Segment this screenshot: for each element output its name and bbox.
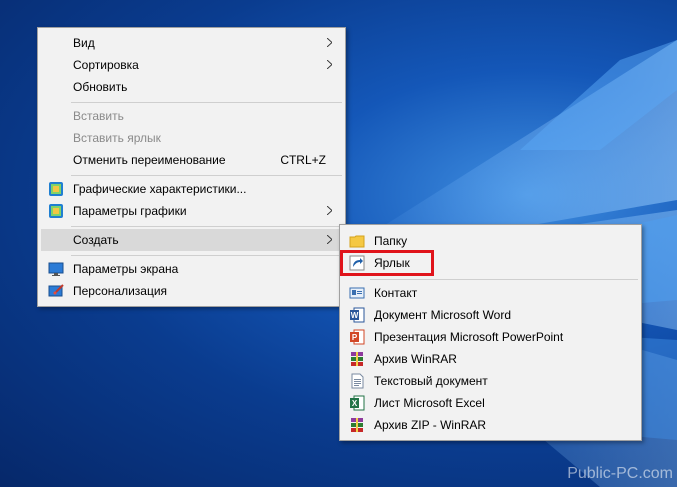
intel-graphics-icon — [49, 204, 63, 218]
menu-item-undo-rename[interactable]: Отменить переименование CTRL+Z — [41, 149, 342, 171]
menu-item-new[interactable]: Создать — [41, 229, 342, 251]
highlight-annotation — [340, 250, 434, 276]
powerpoint-icon: P — [350, 329, 365, 345]
personalization-icon — [48, 284, 64, 297]
chevron-right-icon — [327, 235, 332, 244]
svg-text:W: W — [351, 311, 359, 320]
menu-item-label: Вставить — [73, 109, 124, 123]
menu-item-label: Графические характеристики... — [73, 182, 247, 196]
submenu-item-label: Архив WinRAR — [374, 352, 457, 366]
svg-text:P: P — [352, 333, 358, 342]
menu-item-display-settings[interactable]: Параметры экрана — [41, 258, 342, 280]
watermark: Public-PC.com — [567, 465, 673, 482]
menu-item-label: Сортировка — [73, 58, 139, 72]
submenu-item-label: Презентация Microsoft PowerPoint — [374, 330, 564, 344]
submenu-item-contact[interactable]: Контакт — [343, 282, 638, 304]
winrar-zip-icon — [351, 418, 363, 432]
submenu-item-winrar-zip[interactable]: Архив ZIP - WinRAR — [343, 414, 638, 436]
submenu-item-excel[interactable]: X Лист Microsoft Excel — [343, 392, 638, 414]
menu-item-label: Вид — [73, 36, 95, 50]
submenu-item-winrar[interactable]: Архив WinRAR — [343, 348, 638, 370]
desktop-context-menu: Вид Сортировка Обновить Вставить Вставит… — [37, 27, 346, 307]
svg-text:X: X — [352, 399, 358, 408]
word-icon: W — [350, 307, 365, 323]
submenu-item-folder[interactable]: Папку — [343, 230, 638, 252]
submenu-item-label: Архив ZIP - WinRAR — [374, 418, 487, 432]
menu-separator — [71, 102, 342, 103]
winrar-icon — [351, 352, 363, 366]
menu-item-paste[interactable]: Вставить — [41, 105, 342, 127]
intel-graphics-icon — [49, 182, 63, 196]
menu-item-label: Параметры графики — [73, 204, 187, 218]
submenu-item-powerpoint[interactable]: P Презентация Microsoft PowerPoint — [343, 326, 638, 348]
chevron-right-icon — [327, 206, 332, 215]
menu-item-label: Параметры экрана — [73, 262, 179, 276]
submenu-item-label: Текстовый документ — [374, 374, 488, 388]
contact-icon — [349, 287, 365, 299]
menu-item-personalize[interactable]: Персонализация — [41, 280, 342, 302]
submenu-item-label: Документ Microsoft Word — [374, 308, 512, 322]
menu-item-label: Вставить ярлык — [73, 131, 161, 145]
menu-separator — [370, 279, 638, 280]
submenu-item-text-document[interactable]: Текстовый документ — [343, 370, 638, 392]
menu-item-graphics-properties[interactable]: Графические характеристики... — [41, 178, 342, 200]
submenu-item-label: Контакт — [374, 286, 418, 300]
menu-separator — [71, 255, 342, 256]
chevron-right-icon — [327, 38, 332, 47]
menu-separator — [71, 175, 342, 176]
menu-item-label: Персонализация — [73, 284, 168, 298]
submenu-item-word-document[interactable]: W Документ Microsoft Word — [343, 304, 638, 326]
menu-item-label: Отменить переименование — [73, 153, 226, 167]
folder-icon — [349, 235, 365, 248]
menu-item-label: Создать — [73, 233, 119, 247]
menu-item-refresh[interactable]: Обновить — [41, 76, 342, 98]
menu-item-shortcut: CTRL+Z — [280, 153, 326, 167]
submenu-item-label: Лист Microsoft Excel — [374, 396, 485, 410]
text-document-icon — [351, 373, 364, 389]
chevron-right-icon — [327, 60, 332, 69]
menu-item-view[interactable]: Вид — [41, 32, 342, 54]
excel-icon: X — [350, 395, 365, 411]
menu-separator — [71, 226, 342, 227]
menu-item-label: Обновить — [73, 80, 128, 94]
menu-item-paste-shortcut[interactable]: Вставить ярлык — [41, 127, 342, 149]
menu-item-graphics-options[interactable]: Параметры графики — [41, 200, 342, 222]
menu-item-sort[interactable]: Сортировка — [41, 54, 342, 76]
submenu-item-label: Папку — [374, 234, 408, 248]
display-icon — [48, 262, 64, 276]
